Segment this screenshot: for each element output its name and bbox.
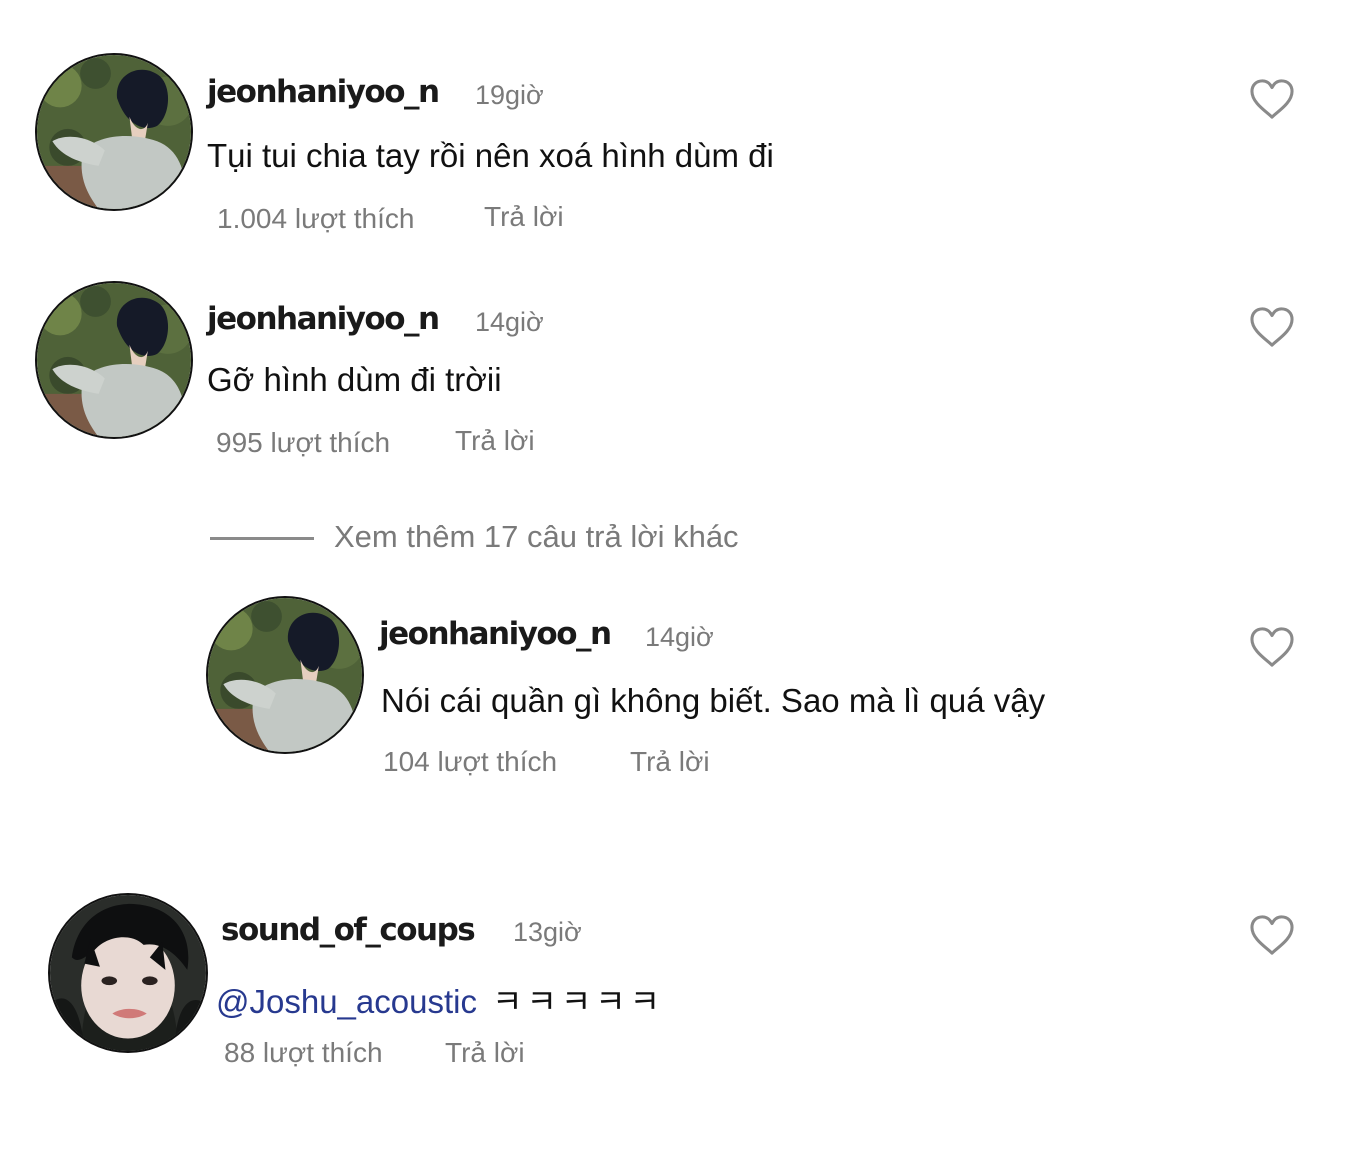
reply-button[interactable]: Trả lời <box>445 1037 525 1069</box>
heart-outline-icon[interactable] <box>1249 306 1295 348</box>
reply-button[interactable]: Trả lời <box>484 201 564 233</box>
avatar[interactable] <box>48 893 208 1053</box>
avatar-photo-person-in-sweater <box>37 283 191 437</box>
comment-username[interactable]: sound_of_coups <box>221 912 476 948</box>
like-count[interactable]: 104 lượt thích <box>383 746 557 778</box>
avatar[interactable] <box>206 596 364 754</box>
heart-outline-icon[interactable] <box>1249 914 1295 956</box>
comment-username[interactable]: jeonhaniyoo_n <box>379 616 612 652</box>
reply-button[interactable]: Trả lời <box>630 746 710 778</box>
view-more-replies-label[interactable]: Xem thêm 17 câu trả lời khác <box>334 519 739 555</box>
comment-time: 14giờ <box>645 622 714 652</box>
comment-time: 19giờ <box>475 80 544 110</box>
avatar[interactable] <box>35 281 193 439</box>
avatar-photo-person-in-sweater <box>208 598 362 752</box>
comment-time: 14giờ <box>475 307 544 337</box>
reply-button[interactable]: Trả lời <box>455 425 535 457</box>
comment-text: ㅋㅋㅋㅋㅋ <box>492 982 664 1021</box>
like-count[interactable]: 995 lượt thích <box>216 427 390 459</box>
like-count[interactable]: 88 lượt thích <box>224 1037 383 1069</box>
heart-outline-icon[interactable] <box>1249 626 1295 668</box>
comment-time: 13giờ <box>513 917 582 947</box>
user-mention-link[interactable]: @Joshu_acoustic <box>216 983 477 1020</box>
avatar[interactable] <box>35 53 193 211</box>
like-count[interactable]: 1.004 lượt thích <box>217 203 414 235</box>
comment-text: Nói cái quần gì không biết. Sao mà lì qu… <box>381 682 1046 719</box>
view-more-divider <box>210 537 314 540</box>
heart-outline-icon[interactable] <box>1249 78 1295 120</box>
comment-username[interactable]: jeonhaniyoo_n <box>207 301 440 337</box>
avatar-photo-face-closeup <box>50 895 206 1051</box>
avatar-photo-person-in-sweater <box>37 55 191 209</box>
comment-text: Gỡ hình dùm đi trờii <box>207 361 502 398</box>
comment-text-row: @Joshu_acoustic ㅋㅋㅋㅋㅋ <box>216 975 664 1023</box>
comment-username[interactable]: jeonhaniyoo_n <box>207 74 440 110</box>
comment-text: Tụi tui chia tay rồi nên xoá hình dùm đi <box>207 137 774 174</box>
